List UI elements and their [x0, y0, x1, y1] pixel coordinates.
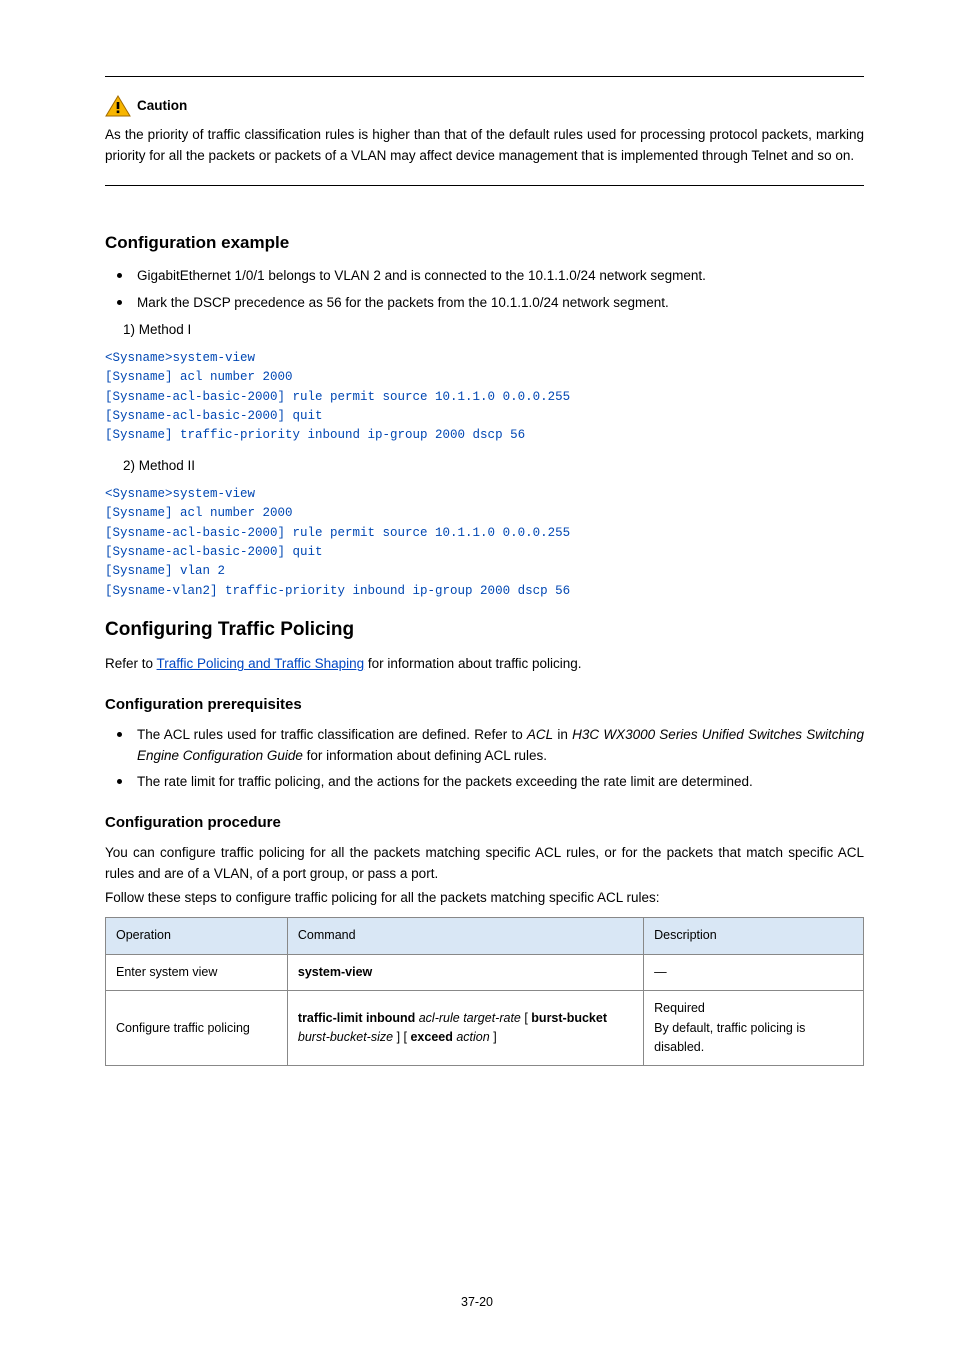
cmd-pre: traffic-limit inbound — [298, 1011, 419, 1025]
list-item: The rate limit for traffic policing, and… — [123, 772, 864, 793]
cmd-bb-kw: burst-bucket — [531, 1011, 607, 1025]
example-title: Configuration example — [105, 230, 864, 256]
policing-intro: Refer to Traffic Policing and Traffic Sh… — [105, 654, 864, 675]
table-header-row: Operation Command Description — [106, 918, 864, 954]
proc-p2: Follow these steps to configure traffic … — [105, 888, 864, 909]
caution-text: As the priority of traffic classificatio… — [105, 125, 864, 167]
col-command: Command — [287, 918, 643, 954]
method-2-code: <Sysname>system-view [Sysname] acl numbe… — [105, 485, 864, 601]
table-row: Configure traffic policing traffic-limit… — [106, 991, 864, 1066]
proc-p1: You can configure traffic policing for a… — [105, 843, 864, 885]
list-item: GigabitEthernet 1/0/1 belongs to VLAN 2 … — [123, 266, 864, 287]
acl-mid: in — [553, 727, 572, 742]
proc-title: Configuration procedure — [105, 811, 864, 834]
cmd-action: action — [456, 1030, 489, 1044]
cell-op: Configure traffic policing — [106, 991, 288, 1066]
lb: [ — [521, 1011, 531, 1025]
cmd-exceed: exceed — [410, 1030, 452, 1044]
page-number: 37-20 — [0, 1293, 954, 1312]
list-item: Mark the DSCP precedence as 56 for the p… — [123, 293, 864, 314]
config-table: Operation Command Description Enter syst… — [105, 917, 864, 1066]
acl-post: for information about defining ACL rules… — [303, 748, 547, 763]
desc2: By default, traffic policing is disabled… — [654, 1019, 853, 1058]
traffic-policing-link[interactable]: Traffic Policing and Traffic Shaping — [157, 656, 365, 671]
cell-desc: — — [644, 954, 864, 990]
cmd-bb-val: burst-bucket-size — [298, 1030, 393, 1044]
acl-ref: ACL — [527, 727, 553, 742]
cell-desc: Required By default, traffic policing is… — [644, 991, 864, 1066]
warning-icon — [105, 95, 131, 117]
cell-cmd: system-view — [287, 954, 643, 990]
cell-cmd: traffic-limit inbound acl-rule target-ra… — [287, 991, 643, 1066]
list-item: The ACL rules used for traffic classific… — [123, 725, 864, 767]
caution-label: Caution — [137, 96, 187, 117]
col-operation: Operation — [106, 918, 288, 954]
cmd-text: system-view — [298, 965, 372, 979]
policing-title: Configuring Traffic Policing — [105, 615, 864, 644]
method-1-code: <Sysname>system-view [Sysname] acl numbe… — [105, 349, 864, 446]
rb: ] — [490, 1030, 497, 1044]
example-bullets: GigabitEthernet 1/0/1 belongs to VLAN 2 … — [105, 266, 864, 314]
caution-header: Caution — [105, 95, 864, 117]
prereq-title: Configuration prerequisites — [105, 693, 864, 716]
mb: ] [ — [393, 1030, 410, 1044]
intro-pre: Refer to — [105, 656, 157, 671]
table-row: Enter system view system-view — — [106, 954, 864, 990]
cell-op: Enter system view — [106, 954, 288, 990]
col-description: Description — [644, 918, 864, 954]
desc1: Required — [654, 999, 853, 1018]
cmd-acl: acl-rule — [419, 1011, 460, 1025]
method-2-label: 2) Method II — [105, 456, 864, 477]
prereq-list: The ACL rules used for traffic classific… — [105, 725, 864, 794]
method-1-label: 1) Method I — [105, 320, 864, 341]
cmd-tr: target-rate — [460, 1011, 521, 1025]
intro-post: for information about traffic policing. — [364, 656, 581, 671]
acl-pre: The ACL rules used for traffic classific… — [137, 727, 527, 742]
